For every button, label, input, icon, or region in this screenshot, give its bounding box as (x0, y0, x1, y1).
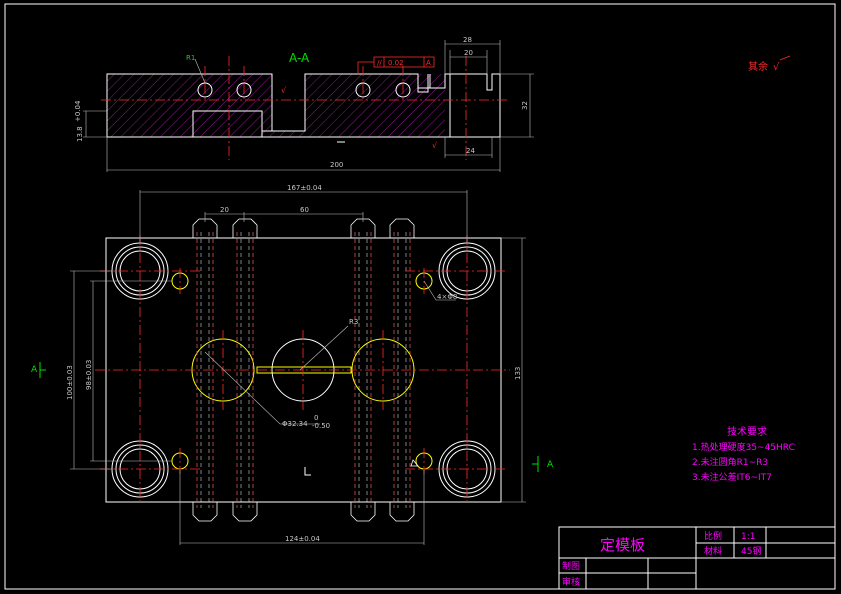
tech-req-item: 3.未注公差IT6~IT7 (692, 471, 772, 483)
svg-text:√: √ (432, 141, 438, 150)
flatness-value: 0.02 (388, 59, 404, 67)
section-view: A-A R1 // 0.02 A 200 32 28 20 24 13.8 +0… (74, 36, 534, 172)
dim-left-outer: 100±0.03 (66, 365, 74, 400)
tech-req-item: 1.热处理硬度35~45HRC (692, 441, 795, 453)
dim-top-span: 167±0.04 (287, 184, 322, 192)
dim-small-hole: 4×Φ8 (437, 293, 457, 301)
svg-text://: // (377, 59, 382, 67)
dim-left-inner: 98±0.03 (85, 360, 93, 390)
dim-step-tol: +0.04 (74, 100, 82, 122)
dim-width-24: 24 (466, 147, 475, 155)
section-label: A-A (289, 51, 310, 65)
part-name: 定模板 (600, 536, 645, 554)
tech-requirements: 技术要求 1.热处理硬度35~45HRC 2.未注圆角R1~R3 3.未注公差I… (692, 425, 795, 483)
section-radius-label: R1 (186, 54, 195, 62)
material-value: 45钢 (741, 545, 761, 557)
flatness-datum: A (426, 59, 431, 67)
svg-text:√: √ (281, 86, 287, 95)
plan-view: 167±0.04 20 60 124±0.04 100±0.03 98±0.03… (31, 184, 554, 545)
roughness-note: 其余 √ (748, 55, 791, 73)
dim-height-133: 133 (514, 367, 522, 380)
section-hatch (107, 74, 445, 137)
dim-height-32: 32 (521, 101, 529, 110)
dim-step-13-8: 13.8 (76, 126, 84, 142)
scale-label: 比例 (704, 530, 722, 542)
dim-width-20: 20 (464, 49, 473, 57)
svg-text:√: √ (773, 62, 780, 73)
dim-pitch-20: 20 (220, 206, 229, 214)
section-marker-left: A (31, 362, 46, 378)
tech-req-item: 2.未注圆角R1~R3 (692, 456, 768, 468)
svg-text:A: A (547, 460, 554, 470)
dim-bottom-span: 124±0.04 (285, 535, 320, 543)
material-label: 材料 (704, 545, 722, 557)
tech-req-title: 技术要求 (727, 425, 767, 438)
dim-pitch-60: 60 (300, 206, 309, 214)
flatness-frame: // 0.02 A (357, 56, 435, 74)
svg-text:A: A (31, 365, 38, 375)
dim-hole-tol-upper: 0 (314, 414, 318, 422)
roughness-note-text: 其余 (748, 60, 768, 73)
dim-hole-tol-lower: -0.50 (312, 422, 330, 430)
drawn-label: 制图 (562, 560, 580, 572)
cad-drawing-sheet: A-A R1 // 0.02 A 200 32 28 20 24 13.8 +0… (0, 0, 841, 594)
section-marker-right: A (532, 456, 554, 472)
checked-label: 审核 (562, 576, 580, 588)
dim-width-28: 28 (463, 36, 472, 44)
scale-value: 1:1 (741, 532, 755, 542)
dim-length-200: 200 (330, 161, 343, 169)
dim-radius-r3: R3 (349, 318, 358, 326)
dim-hole-dia: Φ32.34 (282, 420, 308, 428)
